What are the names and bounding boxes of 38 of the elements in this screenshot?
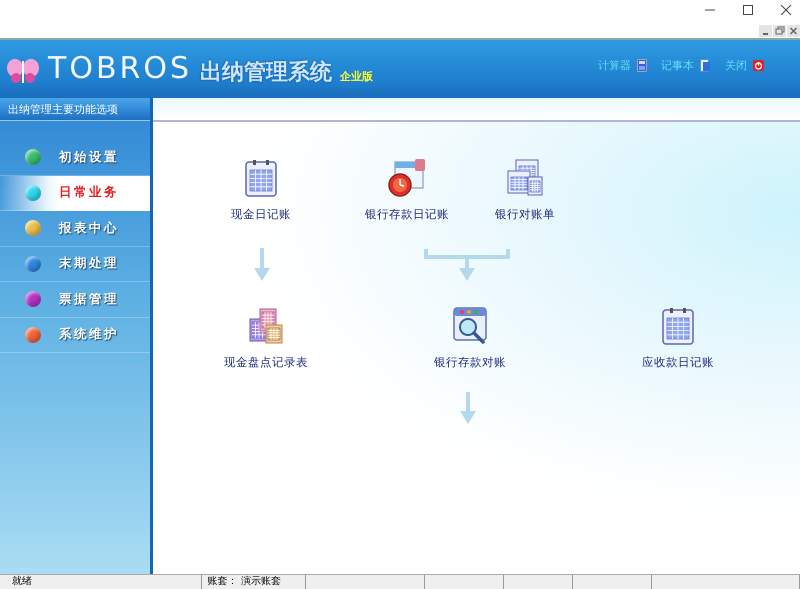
maximize-icon[interactable]	[742, 4, 754, 16]
flow-arrow	[254, 248, 270, 282]
minimize-icon[interactable]	[759, 25, 772, 37]
butterfly-icon	[6, 58, 40, 84]
ledger-icon	[661, 307, 695, 345]
app-title: 出纳管理系统	[200, 62, 332, 84]
edition-label: 企业版	[340, 69, 374, 84]
flow-node[interactable]: 银行对账单	[495, 159, 555, 222]
toolbar-link[interactable]: 计算器	[598, 58, 647, 73]
status-text: 账套： 演示账套	[202, 575, 306, 589]
flow-node[interactable]: 现金盘点记录表	[224, 307, 308, 370]
power-icon	[753, 60, 764, 71]
toolbar-link[interactable]: 记事本	[661, 58, 711, 73]
flow-arrow	[460, 392, 476, 425]
sidebar-item[interactable]: 票据管理	[0, 282, 150, 318]
calendars-icon	[506, 159, 544, 197]
notepad-icon	[700, 59, 711, 72]
logo-text: TOBROS	[48, 54, 192, 84]
sidebar-item[interactable]: 初始设置	[0, 140, 150, 176]
flow-node[interactable]: 银行存款日记账	[365, 159, 449, 222]
sidebar-item[interactable]: 系统维护	[0, 318, 150, 353]
ledger-icon	[244, 159, 278, 197]
sidebar-item[interactable]: 末期处理	[0, 246, 150, 282]
flow-node[interactable]: 应收款日记账	[642, 307, 714, 370]
sidebar-title: 出纳管理主要功能选项	[0, 98, 150, 121]
close-icon[interactable]	[780, 4, 792, 16]
sidebar-item[interactable]: 日常业务	[0, 176, 150, 211]
restore-icon[interactable]	[773, 25, 786, 37]
close-icon[interactable]	[787, 25, 800, 37]
flow-node[interactable]: 银行存款对账	[434, 307, 506, 370]
spreadsheets-icon	[248, 307, 284, 345]
calendar-clock-icon	[387, 159, 427, 197]
magnifier-window-icon	[452, 307, 488, 345]
sidebar-item[interactable]: 报表中心	[0, 211, 150, 246]
status-text: 就绪	[0, 575, 202, 589]
flow-node[interactable]: 现金日记账	[231, 159, 291, 222]
toolbar-link[interactable]: 关闭	[725, 58, 764, 73]
calculator-icon	[637, 59, 647, 72]
